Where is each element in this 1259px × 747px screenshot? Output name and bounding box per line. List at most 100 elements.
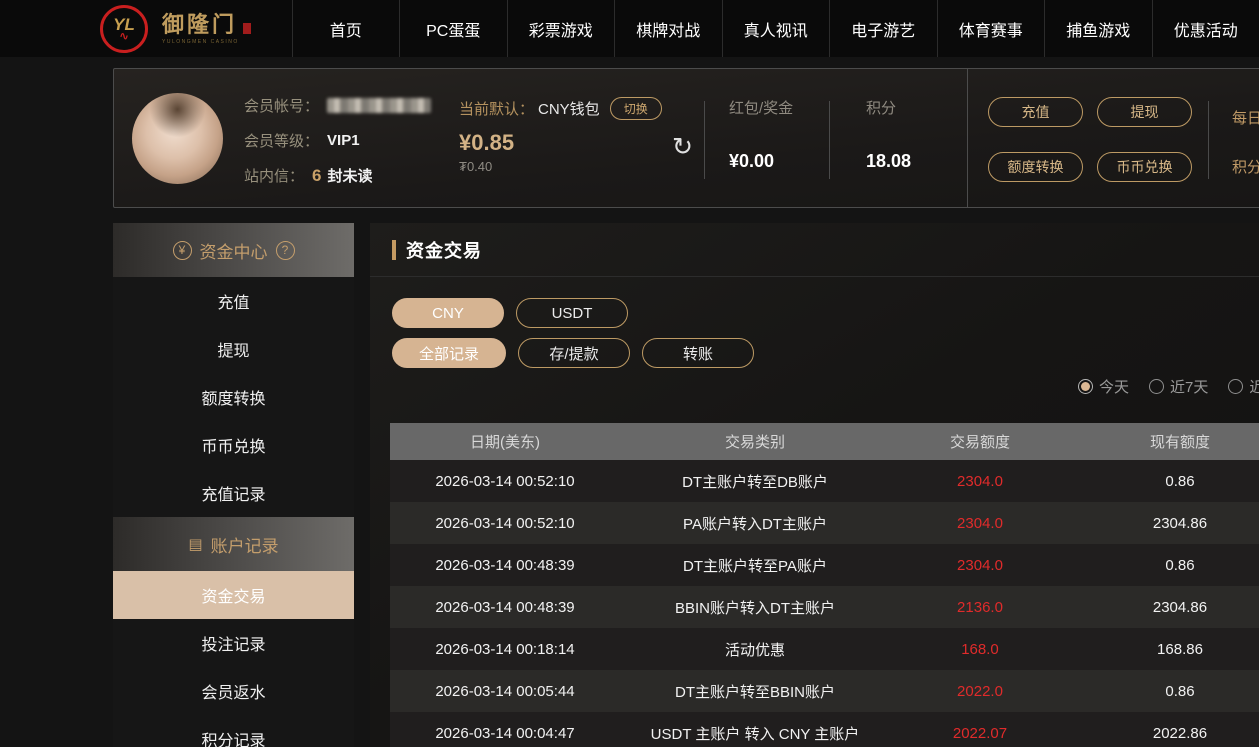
nav-item[interactable]: 彩票游戏 xyxy=(507,0,615,57)
table-header-row: 日期(美东) 交易类别 交易额度 现有额度 xyxy=(390,423,1259,460)
nav-item[interactable]: 捕鱼游戏 xyxy=(1044,0,1152,57)
table-body: 2026-03-14 00:52:10 DT主账户转至DB账户 2304.0 0… xyxy=(390,460,1259,747)
record-type-tab[interactable]: 存/提款 xyxy=(518,338,630,368)
record-type-tab[interactable]: 转账 xyxy=(642,338,754,368)
cell-amount: 168.0 xyxy=(890,628,1070,670)
nav-item[interactable]: 棋牌对战 xyxy=(614,0,722,57)
brand-logo-icon: YL∿ xyxy=(100,5,148,53)
currency-tab[interactable]: CNY xyxy=(392,298,504,328)
sidebar-item[interactable]: 投注记录 xyxy=(113,619,354,667)
table-row: 2026-03-14 00:48:39 BBIN账户转入DT主账户 2136.0… xyxy=(390,586,1259,628)
cell-type: 活动优惠 xyxy=(620,628,890,670)
title-accent-bar xyxy=(392,240,396,260)
inbox-label: 站内信： xyxy=(244,165,304,186)
help-icon[interactable]: ? xyxy=(276,241,295,260)
col-header-amount: 交易额度 xyxy=(890,423,1070,460)
date-range-radio[interactable]: 今天 xyxy=(1078,376,1129,397)
sidebar-section-funds-title: 资金中心 xyxy=(200,238,268,263)
top-navigation: YL∿ 御隆门 YULONGMEN CASINO 首页PC蛋蛋彩票游戏棋牌对战真… xyxy=(0,0,1259,57)
page-title: 资金交易 xyxy=(406,237,482,263)
sidebar-item[interactable]: 币币兑换 xyxy=(113,421,354,469)
divider xyxy=(829,101,830,179)
sidebar-item[interactable]: 充值记录 xyxy=(113,469,354,517)
wallet-balance-cny: ¥0.85 xyxy=(459,130,662,156)
daily-links: 每日积分 xyxy=(1232,107,1259,205)
cell-balance: 2304.86 xyxy=(1070,586,1259,628)
sidebar-section-funds-header: ¥ 资金中心 ? xyxy=(113,223,354,277)
currency-tab[interactable]: USDT xyxy=(516,298,628,328)
nav-item[interactable]: 电子游艺 xyxy=(829,0,937,57)
cell-type: DT主账户转至DB账户 xyxy=(620,460,890,502)
col-header-date: 日期(美东) xyxy=(390,423,620,460)
daily-link[interactable]: 每日 xyxy=(1232,107,1259,128)
brand-tagline: YULONGMEN CASINO xyxy=(162,39,239,45)
nav-item[interactable]: 真人视讯 xyxy=(722,0,830,57)
points-value: 18.08 xyxy=(866,151,911,172)
account-label: 会员帐号： xyxy=(244,95,319,116)
nav-item[interactable]: 体育赛事 xyxy=(937,0,1045,57)
col-header-balance: 现有额度 xyxy=(1070,423,1259,460)
inbox-unread-count[interactable]: 6 xyxy=(312,166,321,186)
wallet-default-label: 当前默认： xyxy=(459,98,534,119)
brand-logo[interactable]: YL∿ 御隆门 YULONGMEN CASINO xyxy=(0,0,292,57)
daily-link[interactable]: 积分 xyxy=(1232,156,1259,177)
avatar xyxy=(132,93,223,184)
transactions-table: 日期(美东) 交易类别 交易额度 现有额度 2026-03-14 00:52:1… xyxy=(390,423,1259,747)
wallet-action-button[interactable]: 充值 xyxy=(988,97,1083,127)
cell-amount: 2136.0 xyxy=(890,586,1070,628)
radio-dot-icon xyxy=(1078,379,1093,394)
sidebar-records-items: 资金交易投注记录会员返水积分记录 xyxy=(113,571,354,747)
table-row: 2026-03-14 00:48:39 DT主账户转至PA账户 2304.0 0… xyxy=(390,544,1259,586)
nav-item[interactable]: PC蛋蛋 xyxy=(399,0,507,57)
wallet-action-button[interactable]: 额度转换 xyxy=(988,152,1083,182)
sidebar-item[interactable]: 提现 xyxy=(113,325,354,373)
level-label: 会员等级： xyxy=(244,130,319,151)
table-row: 2026-03-14 00:05:44 DT主账户转至BBIN账户 2022.0… xyxy=(390,670,1259,712)
main-content: 资金交易 CNY USDT 全部记录存/提款转账 今天 近7天 近30天 xyxy=(370,223,1259,747)
record-type-tabs: 全部记录存/提款转账 xyxy=(392,338,1259,368)
currency-tabs: CNY USDT xyxy=(392,298,1259,328)
sidebar-item[interactable]: 会员返水 xyxy=(113,667,354,715)
user-info-panel: 会员帐号： 会员等级： VIP1 站内信： 6 封未读 当前默认： CNY钱包 … xyxy=(113,68,1259,208)
date-range-radio[interactable]: 近30天 xyxy=(1228,376,1259,397)
cell-balance: 168.86 xyxy=(1070,628,1259,670)
cell-amount: 2304.0 xyxy=(890,502,1070,544)
wallet-action-button[interactable]: 币币兑换 xyxy=(1097,152,1192,182)
date-range-radio[interactable]: 近7天 xyxy=(1149,376,1208,397)
cell-date: 2026-03-14 00:18:14 xyxy=(390,628,620,670)
wallet-name: CNY钱包 xyxy=(538,98,600,119)
brand-red-seal xyxy=(243,23,251,34)
bonus-value: ¥0.00 xyxy=(729,151,774,172)
sidebar-item[interactable]: 资金交易 xyxy=(113,571,354,619)
sidebar-item[interactable]: 积分记录 xyxy=(113,715,354,747)
cell-type: USDT 主账户 转入 CNY 主账户 xyxy=(620,712,890,747)
wallet-balance-usdt: ₮0.40 xyxy=(459,159,662,174)
refresh-icon[interactable]: ↻ xyxy=(672,135,693,159)
date-range-radios: 今天 近7天 近30天 xyxy=(1078,376,1259,397)
cell-balance: 2304.86 xyxy=(1070,502,1259,544)
table-row: 2026-03-14 00:52:10 PA账户转入DT主账户 2304.0 2… xyxy=(390,502,1259,544)
sidebar-item[interactable]: 充值 xyxy=(113,277,354,325)
radio-dot-icon xyxy=(1228,379,1243,394)
sidebar-section-records-title: 账户记录 xyxy=(211,532,279,557)
nav-item[interactable]: 首页 xyxy=(292,0,400,57)
points-label: 积分 xyxy=(866,97,896,118)
level-value: VIP1 xyxy=(327,132,360,149)
table-row: 2026-03-14 00:04:47 USDT 主账户 转入 CNY 主账户 … xyxy=(390,712,1259,747)
cell-type: DT主账户转至PA账户 xyxy=(620,544,890,586)
member-account-masked xyxy=(327,98,431,113)
sidebar: ¥ 资金中心 ? 充值提现额度转换币币兑换充值记录 ▤ 账户记录 资金交易投注记… xyxy=(113,223,354,747)
divider xyxy=(1208,101,1209,179)
sidebar-section-records-header: ▤ 账户记录 xyxy=(113,517,354,571)
nav-item[interactable]: 优惠活动 xyxy=(1152,0,1259,57)
nav-menu: 首页PC蛋蛋彩票游戏棋牌对战真人视讯电子游艺体育赛事捕鱼游戏优惠活动 xyxy=(292,0,1259,57)
record-type-tab[interactable]: 全部记录 xyxy=(392,338,506,368)
sidebar-item[interactable]: 额度转换 xyxy=(113,373,354,421)
wallet-switch-button[interactable]: 切换 xyxy=(610,97,662,120)
cell-type: PA账户转入DT主账户 xyxy=(620,502,890,544)
panel-separator xyxy=(967,69,968,207)
cell-date: 2026-03-14 00:04:47 xyxy=(390,712,620,747)
cell-type: DT主账户转至BBIN账户 xyxy=(620,670,890,712)
wallet-action-button[interactable]: 提现 xyxy=(1097,97,1192,127)
currency-circle-icon: ¥ xyxy=(173,241,192,260)
